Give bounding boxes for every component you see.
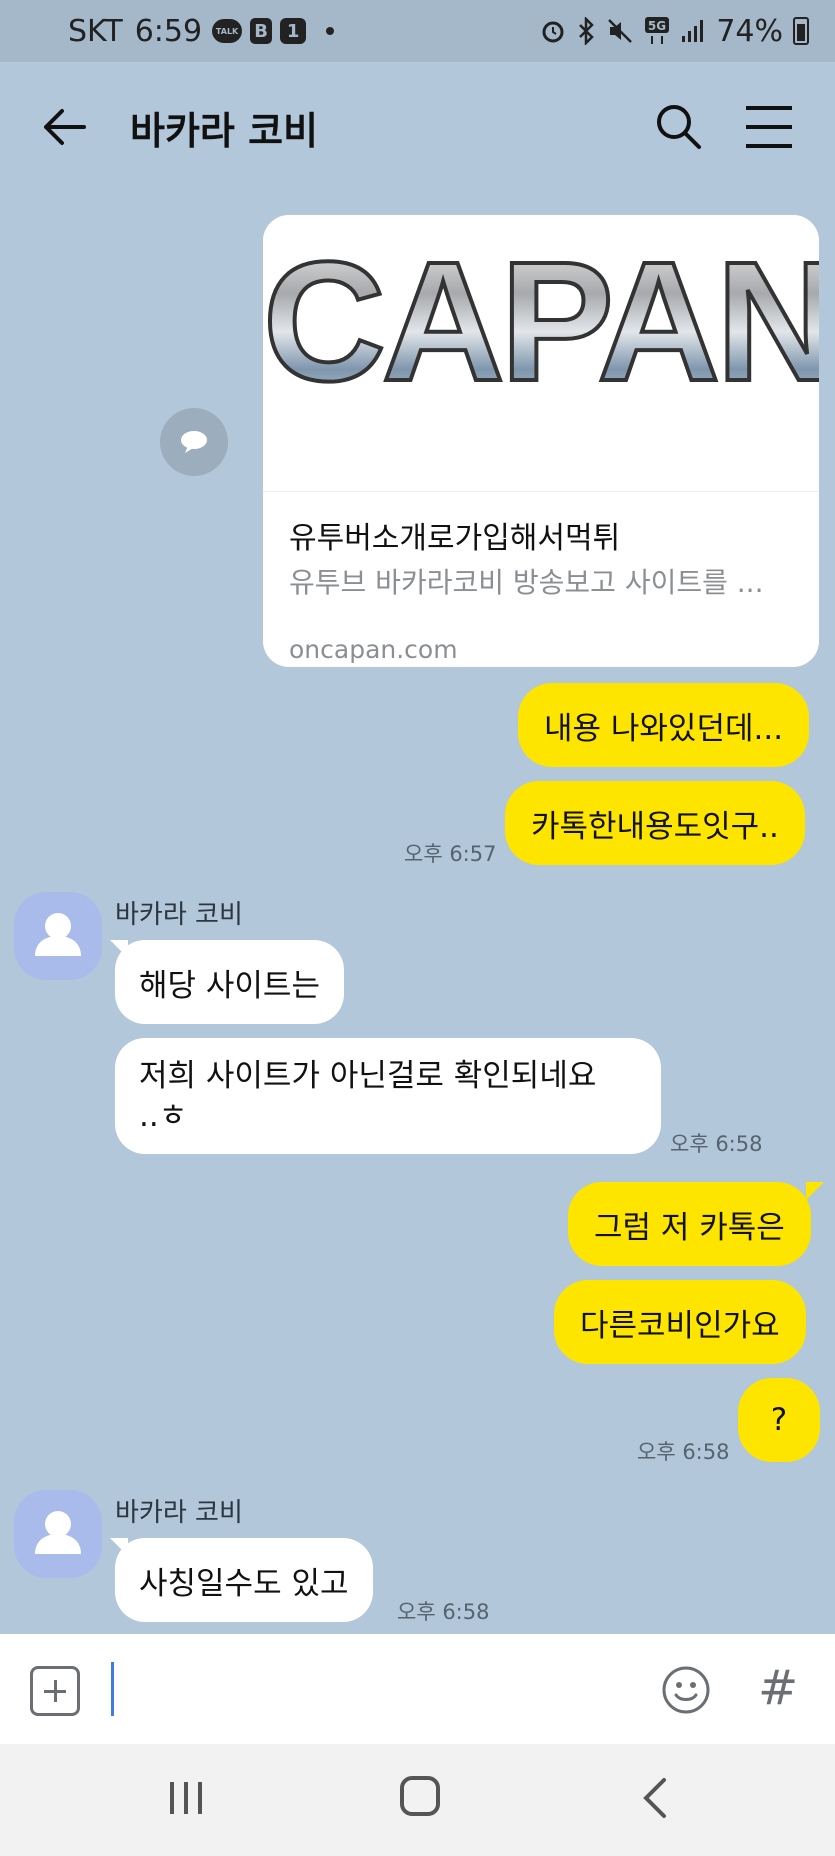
my-message-bubble[interactable]: 다른코비인가요 [554,1280,806,1364]
my-message-bubble[interactable]: 그럼 저 카톡은 [568,1182,811,1266]
default-profile-icon [35,1511,81,1554]
back-arrow-icon[interactable] [40,102,90,152]
battery-percent: 74% [716,13,783,49]
link-preview-card[interactable]: CAPAN 유투버소개로가입해서먹튀 유투브 바카라코비 방송보고 사이트를 .… [263,215,819,667]
message-input-bar: # [0,1634,835,1744]
chat-share-icon [181,431,207,453]
message-text-line: ..ㅎ [139,1098,188,1134]
link-preview-domain: oncapan.com [289,635,458,664]
message-timestamp: 오후 6:58 [397,1600,490,1624]
battery-icon [793,17,809,45]
message-text: 내용 나와있던데... [544,710,784,747]
sender-name: 바카라 코비 [115,1498,243,1528]
mute-icon [608,19,633,43]
other-message-bubble[interactable]: 사칭일수도 있고 [115,1538,373,1622]
link-preview-description: 유투브 바카라코비 방송보고 사이트를 ... [289,566,764,599]
message-text-line: 저희 사이트가 아닌걸로 확인되네요 [139,1058,597,1094]
message-timestamp: 오후 6:57 [404,842,497,866]
avatar[interactable] [14,892,102,980]
my-message-bubble[interactable]: 카톡한내용도잇구.. [505,781,805,865]
avatar[interactable] [14,1490,102,1578]
message-text: 다른코비인가요 [580,1307,780,1344]
my-message-bubble[interactable]: ? [738,1378,820,1462]
recent-apps-icon[interactable] [168,1780,204,1816]
chat-header: 바카라 코비 [0,62,835,192]
emoji-icon[interactable] [660,1664,712,1716]
share-button[interactable] [160,408,228,476]
message-text: 카톡한내용도잇구.. [531,808,779,845]
5g-icon: 5G [645,17,670,44]
link-preview-image: CAPAN [263,215,819,492]
b-app-icon: B [250,18,273,44]
message-text: 그럼 저 카톡은 [594,1209,785,1246]
more-notifications-dot-icon [326,27,335,35]
link-preview-image-text: CAPAN [263,227,819,417]
message-text: 해당 사이트는 [139,967,320,1004]
plus-icon[interactable] [30,1666,80,1716]
status-time: 6:59 [134,13,203,49]
other-message-bubble[interactable]: 저희 사이트가 아닌걸로 확인되네요 ..ㅎ [115,1038,661,1154]
alarm-icon [542,21,564,43]
my-message-bubble[interactable]: 내용 나와있던데... [518,683,810,767]
carrier-label: SKT [68,13,123,49]
back-icon[interactable] [640,1776,670,1820]
message-timestamp: 오후 6:58 [670,1132,763,1156]
svg-text:5G: 5G [648,19,666,33]
search-icon[interactable] [654,102,704,152]
default-profile-icon [35,913,81,956]
message-input-field[interactable] [111,1662,114,1716]
chat-message-list[interactable]: CAPAN 유투버소개로가입해서먹튀 유투브 바카라코비 방송보고 사이트를 .… [0,192,835,1634]
message-timestamp: 오후 6:58 [637,1440,730,1464]
status-bar: SKT 6:59 TALK B 1 5G 74% [0,0,835,62]
bubble-tail [806,1182,824,1200]
sender-name: 바카라 코비 [115,900,243,930]
chat-room-title: 바카라 코비 [130,109,319,153]
home-icon[interactable] [400,1776,440,1816]
kakaotalk-notification-icon: TALK [212,19,243,43]
message-text: ? [770,1402,788,1438]
one-app-icon: 1 [280,18,307,44]
hash-icon[interactable]: # [758,1660,798,1716]
other-message-bubble[interactable]: 해당 사이트는 [115,940,344,1024]
system-navigation-bar [0,1744,835,1856]
link-preview-title: 유투버소개로가입해서먹튀 [289,521,621,556]
bluetooth-icon [579,17,595,45]
message-text: 사칭일수도 있고 [139,1565,349,1602]
menu-icon[interactable] [744,104,794,150]
signal-icon [682,20,704,42]
